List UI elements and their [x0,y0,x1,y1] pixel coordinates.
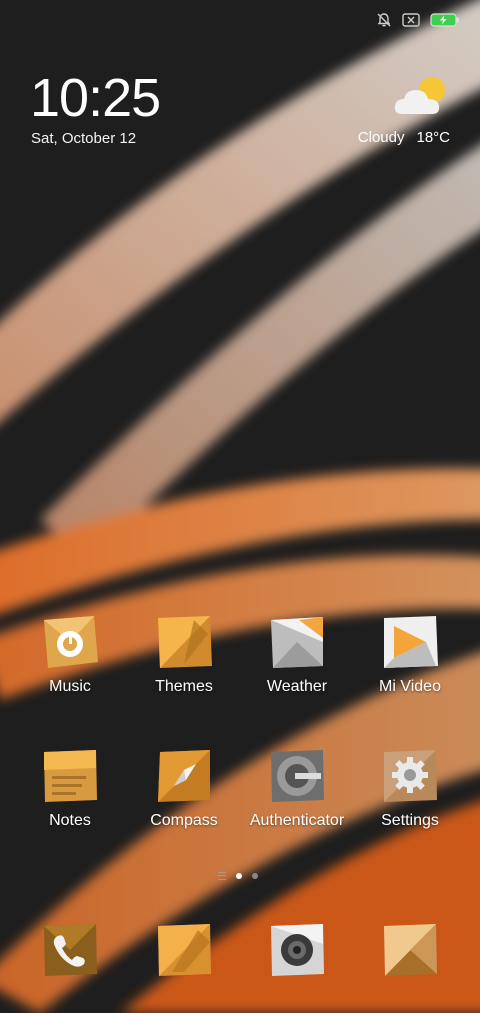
app-music[interactable]: Music [10,612,130,696]
weather-condition: Cloudy [357,129,405,146]
clock-date[interactable]: Sat, October 12 [31,130,136,147]
app-label: Themes [155,678,213,695]
cloud-sun-icon[interactable] [394,74,450,120]
gear-icon [384,750,437,802]
mute-bell-icon [377,13,391,27]
app-settings[interactable]: Settings [350,746,470,830]
app-mi-video[interactable]: Mi Video [350,612,470,696]
camera-icon[interactable] [267,920,327,980]
app-authenticator[interactable]: Authenticator [237,746,357,830]
authenticator-icon [271,750,324,802]
app-compass[interactable]: Compass [124,746,244,830]
weather-widget[interactable]: Cloudy 18°C [358,129,450,146]
themes-icon [158,616,212,668]
app-weather[interactable]: Weather [237,612,357,696]
page-dot-2[interactable] [252,873,258,879]
page-dot-1[interactable] [236,873,242,879]
sim-x-icon [402,13,420,27]
wallpaper [0,0,480,1013]
status-bar [376,8,460,32]
battery-charging-icon [430,13,459,27]
messages-icon[interactable] [154,920,214,980]
app-label: Weather [266,678,328,695]
page-indicator[interactable] [218,872,258,880]
app-themes[interactable]: Themes [124,612,244,696]
weather-temperature: 18°C [416,129,450,146]
app-label: Notes [49,812,91,829]
app-notes[interactable]: Notes [10,746,130,830]
video-play-icon [384,616,438,668]
weather-app-icon [271,617,323,668]
browser-icon[interactable] [380,920,440,980]
clock-time[interactable]: 10:25 [30,70,161,126]
phone-icon[interactable] [40,920,100,980]
app-label: Compass [150,812,218,829]
app-label: Settings [381,812,439,829]
app-label: Music [49,678,91,695]
notes-icon [44,750,97,802]
compass-icon [158,750,210,802]
app-label: Mi Video [379,678,441,695]
app-drawer-lines-icon[interactable] [218,872,226,880]
app-label: Authenticator [249,812,345,829]
music-icon [44,616,98,668]
